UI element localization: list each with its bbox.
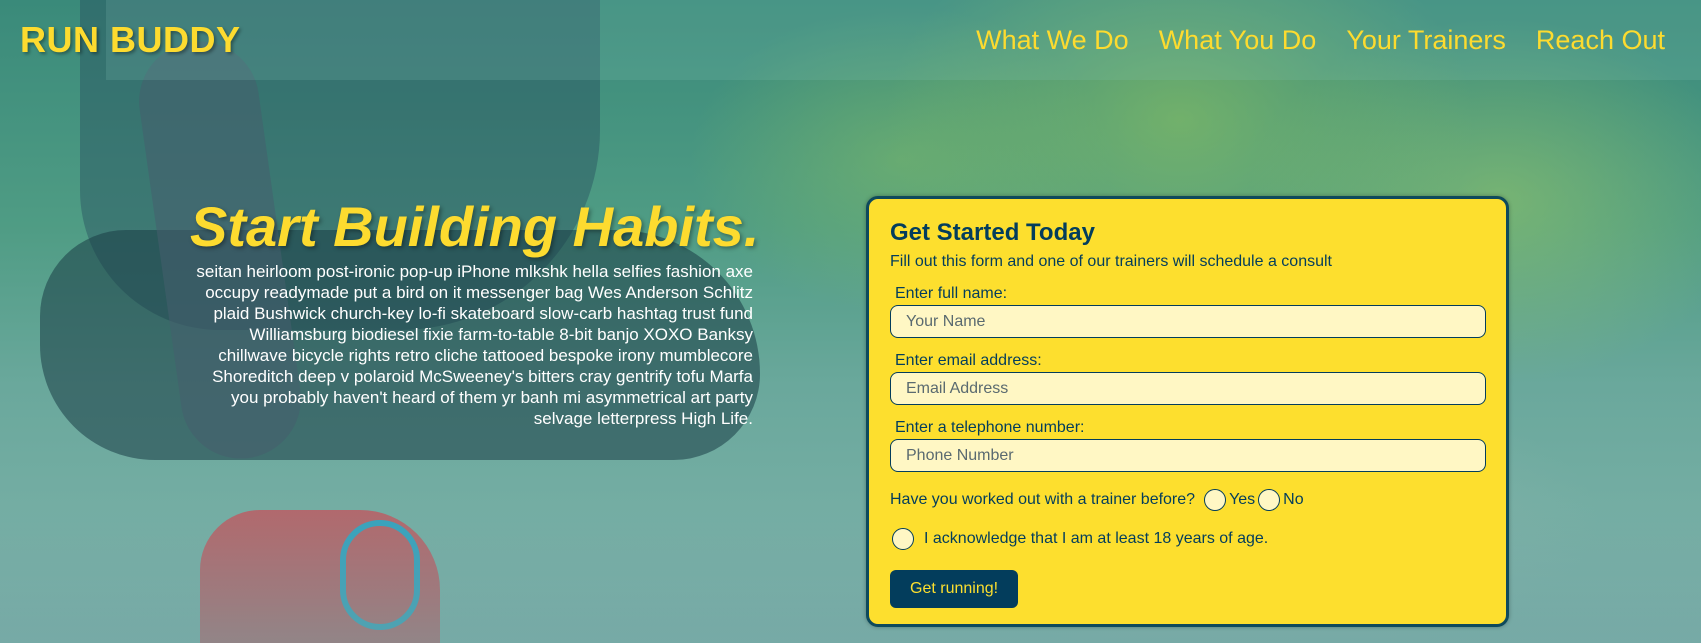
trainer-yes-label: Yes [1229, 491, 1256, 508]
phone-field-group: Enter a telephone number: [890, 419, 1486, 472]
submit-button[interactable]: Get running! [890, 570, 1019, 608]
nav-your-trainers[interactable]: Your Trainers [1346, 25, 1506, 56]
hero-text: seitan heirloom post-ironic pop-up iPhon… [196, 262, 753, 428]
email-label: Enter email address: [895, 352, 1042, 369]
trainer-question-row: Have you worked out with a trainer befor… [890, 489, 1485, 511]
form-title: Get Started Today [890, 219, 1095, 246]
phone-input[interactable] [890, 439, 1486, 472]
nav-reach-out[interactable]: Reach Out [1536, 25, 1665, 56]
form-subtitle: Fill out this form and one of our traine… [890, 253, 1332, 270]
name-field-group: Enter full name: [890, 285, 1486, 338]
trainer-no-radio[interactable] [1258, 489, 1281, 511]
hero-title: Start Building Habits. [190, 195, 760, 258]
email-field-group: Enter email address: [890, 352, 1486, 405]
main-nav: What We Do What You Do Your Trainers Rea… [976, 25, 1681, 56]
trainer-yes-radio[interactable] [1204, 489, 1227, 511]
name-label: Enter full name: [895, 285, 1008, 302]
name-input[interactable] [890, 305, 1486, 338]
hero-section: Start Building Habits. seitan heirloom p… [190, 195, 760, 429]
age-ack-label: I acknowledge that I am at least 18 year… [924, 530, 1269, 547]
age-ack-checkbox[interactable] [892, 528, 914, 550]
site-logo[interactable]: RUN BUDDY [20, 19, 241, 61]
site-header: RUN BUDDY What We Do What You Do Your Tr… [0, 0, 1701, 80]
nav-what-you-do[interactable]: What You Do [1159, 25, 1317, 56]
phone-label: Enter a telephone number: [895, 419, 1085, 436]
age-ack-row: I acknowledge that I am at least 18 year… [890, 528, 1485, 550]
email-input[interactable] [890, 372, 1486, 405]
nav-what-we-do[interactable]: What We Do [976, 25, 1129, 56]
trainer-question: Have you worked out with a trainer befor… [890, 491, 1196, 508]
signup-form: Get Started Today Fill out this form and… [866, 196, 1509, 627]
trainer-no-label: No [1283, 491, 1304, 508]
